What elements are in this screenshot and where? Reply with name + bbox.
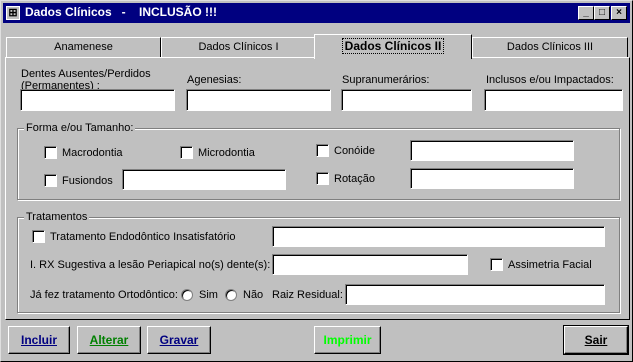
agenesias-label: Agenesias:: [187, 74, 242, 86]
macrodontia-checkbox[interactable]: [44, 146, 57, 159]
dentes-ausentes-field[interactable]: [20, 89, 175, 111]
gravar-button[interactable]: Gravar: [147, 326, 211, 354]
tab-dados-clinicos-ii[interactable]: Dados Clínicos II: [314, 34, 472, 59]
close-button[interactable]: ×: [611, 6, 627, 20]
endodontico-label: Tratamento Endodôntico Insatisfatório: [50, 231, 236, 243]
alterar-button[interactable]: Alterar: [77, 326, 141, 354]
sair-button[interactable]: Sair: [563, 325, 629, 355]
supranumerarios-field[interactable]: [341, 89, 472, 111]
rotacao-field[interactable]: [410, 168, 574, 189]
ortodontico-sim-label: Sim: [199, 289, 218, 301]
tab-label: Dados Clínicos III: [506, 41, 594, 53]
microdontia-label: Microdontia: [198, 147, 255, 159]
imprimir-button[interactable]: Imprimir: [314, 326, 381, 354]
assimetria-label: Assimetria Facial: [508, 259, 592, 271]
ortodontico-sim-radio[interactable]: [181, 289, 193, 301]
tab-label: Dados Clínicos II: [341, 38, 445, 54]
forma-tamanho-group: Forma e/ou Tamanho:: [17, 122, 620, 200]
minimize-button[interactable]: _: [578, 6, 594, 20]
dentes-ausentes-label: Dentes Ausentes/Perdidos: [21, 68, 151, 80]
supranumerarios-label: Supranumerários:: [342, 74, 430, 86]
tratamentos-title: Tratamentos: [24, 211, 90, 223]
raiz-residual-field[interactable]: [345, 284, 605, 305]
tab-label: Dados Clínicos I: [198, 41, 279, 53]
rotacao-label: Rotação: [334, 173, 375, 185]
maximize-button[interactable]: □: [594, 6, 610, 20]
ortodontico-label: Já fez tratamento Ortodôntico:: [30, 289, 178, 301]
assimetria-checkbox[interactable]: [490, 258, 503, 271]
tab-anamenese[interactable]: Anamenese: [6, 37, 161, 57]
dados-clinicos-window: ⊞ Dados Clínicos - INCLUSÃO !!! _ □ × An…: [0, 0, 633, 362]
tab-dados-clinicos-i[interactable]: Dados Clínicos I: [161, 37, 316, 57]
window-title: Dados Clínicos - INCLUSÃO !!!: [25, 5, 218, 19]
conoide-field[interactable]: [410, 140, 574, 161]
incluir-button[interactable]: Incluir: [8, 326, 70, 354]
ortodontico-nao-label: Não: [243, 289, 264, 301]
conoide-label: Conóide: [334, 145, 375, 157]
ortodontico-nao-radio[interactable]: [225, 289, 237, 301]
macrodontia-label: Macrodontia: [62, 147, 123, 159]
app-icon: ⊞: [6, 6, 20, 20]
forma-tamanho-title: Forma e/ou Tamanho:: [24, 122, 136, 134]
fusiondos-checkbox[interactable]: [44, 174, 57, 187]
fusiondos-field[interactable]: [122, 169, 286, 190]
endodontico-field[interactable]: [272, 226, 605, 247]
fusiondos-label: Fusiondos: [62, 175, 113, 187]
inclusos-label: Inclusos e/ou Impactados:: [486, 74, 614, 86]
raiz-residual-label: Raiz Residual:: [272, 289, 343, 301]
inclusos-field[interactable]: [484, 89, 623, 111]
tab-label: Anamenese: [54, 41, 113, 53]
tab-dados-clinicos-iii[interactable]: Dados Clínicos III: [472, 37, 628, 57]
rx-field[interactable]: [272, 254, 468, 275]
agenesias-field[interactable]: [186, 89, 331, 111]
title-bar: ⊞ Dados Clínicos - INCLUSÃO !!! _ □ ×: [3, 3, 630, 23]
rx-label: I. RX Sugestiva a lesão Periapical no(s)…: [30, 259, 271, 271]
endodontico-checkbox[interactable]: [32, 230, 45, 243]
rotacao-checkbox[interactable]: [316, 172, 329, 185]
microdontia-checkbox[interactable]: [180, 146, 193, 159]
conoide-checkbox[interactable]: [316, 144, 329, 157]
